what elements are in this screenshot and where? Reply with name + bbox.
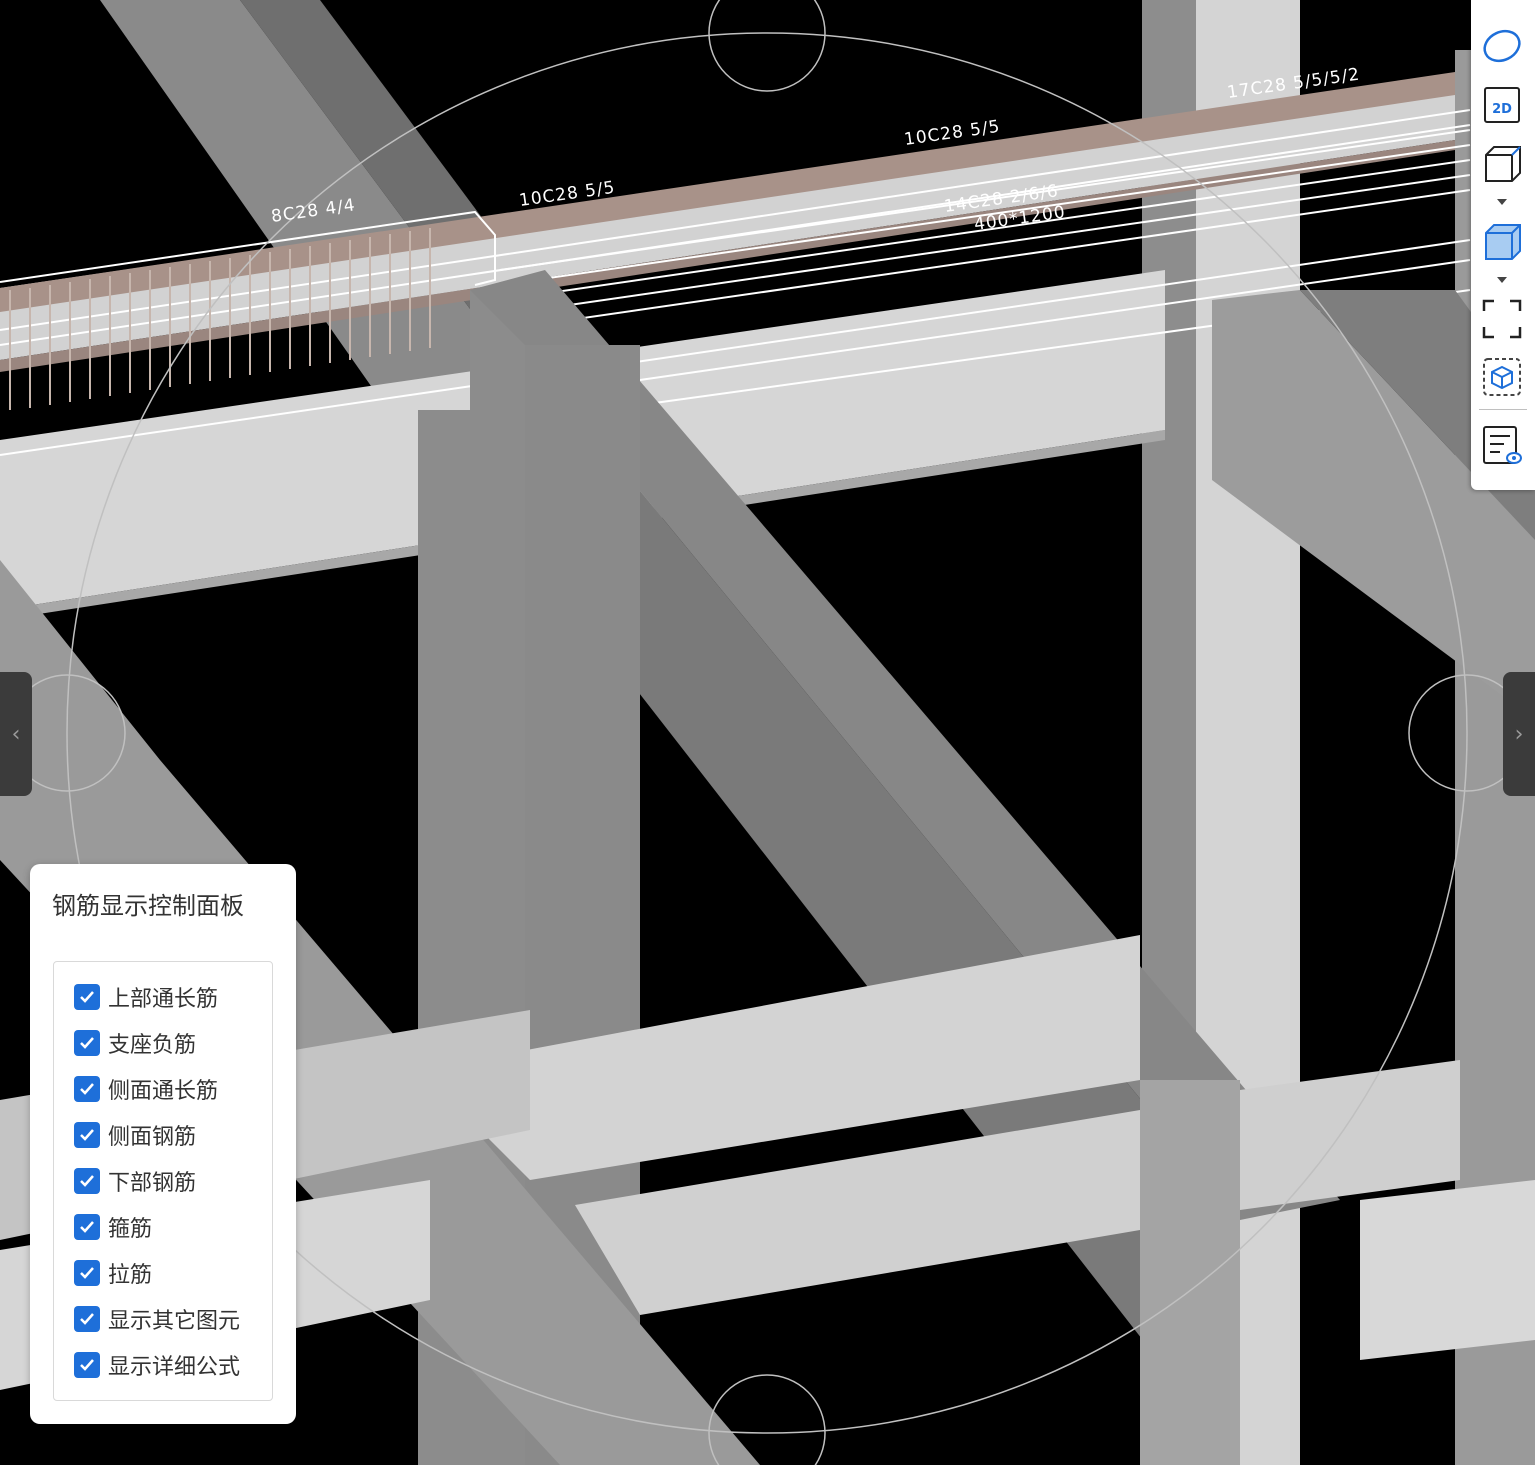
option-label: 显示详细公式 (108, 1355, 241, 1380)
2d-view-button[interactable]: 2D (1479, 82, 1525, 128)
check-icon (80, 1083, 94, 1095)
checkbox[interactable] (74, 1076, 100, 1102)
column (1140, 1080, 1240, 1465)
option-top-continuous-rebar[interactable]: 上部通长筋 (74, 982, 218, 1012)
checkbox[interactable] (74, 1260, 100, 1286)
option-tie-bar[interactable]: 拉筋 (74, 1258, 152, 1288)
toolbar-separator (1479, 409, 1527, 410)
option-label: 上部通长筋 (108, 987, 219, 1012)
checkbox[interactable] (74, 1214, 100, 1240)
option-stirrup[interactable]: 箍筋 (74, 1212, 152, 1242)
cube-wireframe-icon (1485, 146, 1521, 182)
check-icon (80, 1313, 94, 1325)
panel-title: 钢筋显示控制面板 (52, 892, 244, 920)
slab (1360, 1180, 1535, 1360)
cube-shaded-icon (1485, 224, 1521, 260)
checkbox[interactable] (74, 1168, 100, 1194)
check-icon (80, 1129, 94, 1141)
option-label: 箍筋 (108, 1217, 153, 1242)
option-label: 侧面钢筋 (108, 1125, 197, 1150)
option-label: 拉筋 (108, 1263, 153, 1288)
list-view-icon (1483, 426, 1522, 464)
checkbox[interactable] (74, 984, 100, 1010)
list-view-button[interactable] (1479, 422, 1525, 468)
isolate-button[interactable] (1479, 354, 1525, 400)
rebar-control-panel: 钢筋显示控制面板 上部通长筋 支座负筋 侧面通长筋 侧面钢筋 下部钢筋 箍筋 拉… (30, 864, 296, 1424)
orbit-icon (1483, 29, 1521, 63)
caret-down-icon[interactable] (1495, 275, 1509, 285)
check-icon (80, 991, 94, 1003)
checkbox[interactable] (74, 1352, 100, 1378)
option-bottom-rebar[interactable]: 下部钢筋 (74, 1166, 196, 1196)
caret-down-icon[interactable] (1495, 197, 1509, 207)
checkbox[interactable] (74, 1306, 100, 1332)
option-show-other-elements[interactable]: 显示其它图元 (74, 1304, 240, 1334)
chevron-left-icon: ‹ (11, 721, 21, 747)
option-label: 侧面通长筋 (108, 1079, 219, 1104)
orbit-button[interactable] (1479, 22, 1525, 68)
option-show-detailed-formula[interactable]: 显示详细公式 (74, 1350, 240, 1380)
option-side-continuous-rebar[interactable]: 侧面通长筋 (74, 1074, 218, 1104)
next-view-handle[interactable]: › (1503, 672, 1535, 796)
option-label: 下部钢筋 (108, 1171, 197, 1196)
check-icon (80, 1267, 94, 1279)
chevron-right-icon: › (1514, 721, 1524, 747)
isolate-icon (1483, 358, 1521, 396)
shaded-view-button[interactable] (1479, 218, 1525, 264)
checkbox[interactable] (74, 1030, 100, 1056)
option-support-negative-rebar[interactable]: 支座负筋 (74, 1028, 196, 1058)
fit-view-icon (1482, 299, 1522, 339)
2d-view-icon: 2D (1484, 87, 1520, 123)
2d-view-text: 2D (1492, 102, 1512, 117)
checkbox[interactable] (74, 1122, 100, 1148)
options-group: 上部通长筋 支座负筋 侧面通长筋 侧面钢筋 下部钢筋 箍筋 拉筋 显示其它图元 (53, 961, 273, 1401)
check-icon (80, 1175, 94, 1187)
check-icon (80, 1359, 94, 1371)
view-toolbar: 2D (1471, 0, 1535, 490)
option-side-rebar[interactable]: 侧面钢筋 (74, 1120, 196, 1150)
option-label: 支座负筋 (108, 1033, 197, 1058)
prev-view-handle[interactable]: ‹ (0, 672, 32, 796)
check-icon (80, 1221, 94, 1233)
option-label: 显示其它图元 (108, 1309, 241, 1334)
check-icon (80, 1037, 94, 1049)
fit-view-button[interactable] (1479, 296, 1525, 342)
wireframe-view-button[interactable] (1479, 140, 1525, 186)
